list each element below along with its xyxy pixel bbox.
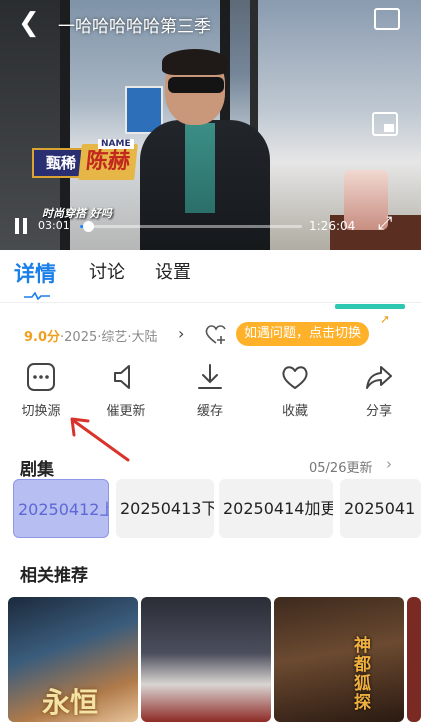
progress-bar[interactable] xyxy=(80,221,302,232)
poster-title: 永恒 xyxy=(42,686,99,719)
cast-tv-icon[interactable] xyxy=(374,8,400,30)
pause-icon[interactable] xyxy=(14,218,28,234)
video-player[interactable]: ❮ 一哈哈哈哈哈第三季 甄稀 陈赫 NAME 时尚穿搭 好吗 03:01 1:2… xyxy=(0,0,421,250)
tab-settings[interactable]: 设置 xyxy=(155,258,191,284)
action-label: 切换源 xyxy=(21,404,61,419)
share-button[interactable]: 分享 xyxy=(349,362,409,419)
episode-item[interactable]: 20250413下 xyxy=(116,479,214,538)
score: 9.0分 xyxy=(24,330,61,345)
video-title: 一哈哈哈哈哈第三季 xyxy=(58,17,211,37)
recommendation-poster[interactable]: 神都狐探 xyxy=(274,597,404,722)
chevron-right-icon[interactable]: › xyxy=(386,455,392,473)
switch-source-button[interactable]: 切换源 xyxy=(11,362,71,419)
heart-plus-icon[interactable] xyxy=(204,323,228,345)
chevron-right-icon[interactable]: › xyxy=(178,324,184,343)
episode-item-selected[interactable]: 20250412上 xyxy=(13,479,109,538)
show-meta: 9.0分·2025·综艺·大陆 xyxy=(24,326,158,345)
name-card-tag: NAME xyxy=(98,139,134,149)
red-arrow-annotation xyxy=(70,417,130,462)
paper-plane-icon: ➚ xyxy=(380,312,391,326)
urge-update-button[interactable]: 催更新 xyxy=(96,362,156,419)
action-label: 收藏 xyxy=(281,404,308,419)
recommendation-list: 永恒 神都狐探 xyxy=(0,597,421,722)
episode-item[interactable]: 20250414加更 xyxy=(219,479,333,538)
time-total: 1:26:04 xyxy=(309,219,356,233)
favorite-button[interactable]: 收藏 xyxy=(265,362,325,419)
back-arrow-icon[interactable]: ❮ xyxy=(18,10,40,36)
episodes-update[interactable]: 05/26更新 xyxy=(309,457,372,476)
recommendation-poster[interactable]: 永恒 xyxy=(8,597,138,722)
recommendations-title: 相关推荐 xyxy=(20,566,88,586)
decorative-bar xyxy=(335,304,405,309)
fullscreen-icon[interactable]: ⤢ xyxy=(378,214,398,234)
cache-button[interactable]: 缓存 xyxy=(180,362,240,419)
heart-icon xyxy=(282,366,308,389)
video-frame-person xyxy=(140,45,270,250)
download-icon xyxy=(198,364,222,389)
divider xyxy=(0,302,421,303)
picture-in-picture-icon[interactable] xyxy=(372,112,398,136)
action-label: 缓存 xyxy=(196,404,223,419)
time-current: 03:01 xyxy=(38,219,70,232)
episode-list[interactable]: 20250412上 20250413下 20250414加更 2025041 xyxy=(0,479,421,540)
recommendation-poster[interactable] xyxy=(141,597,271,722)
episode-item[interactable]: 2025041 xyxy=(340,479,421,538)
recommendation-poster-partial[interactable] xyxy=(407,597,421,722)
tab-active-indicator xyxy=(24,292,50,300)
switch-source-icon xyxy=(27,363,55,391)
share-icon xyxy=(366,366,392,389)
poster-title: 神都狐探 xyxy=(354,636,371,713)
tab-discussion[interactable]: 讨论 xyxy=(89,258,125,284)
tab-details[interactable]: 详情 xyxy=(14,258,56,288)
speaker-icon xyxy=(114,365,130,389)
switch-source-hint[interactable]: 如遇问题，点击切换 xyxy=(236,322,370,346)
episodes-title: 剧集 xyxy=(20,460,54,480)
action-label: 分享 xyxy=(365,404,392,419)
show-info: ·2025·综艺·大陆 xyxy=(60,330,158,345)
progress-knob[interactable] xyxy=(82,221,94,232)
detail-tabs: 详情 讨论 设置 xyxy=(0,250,421,302)
name-card: 陈赫 xyxy=(78,144,138,180)
